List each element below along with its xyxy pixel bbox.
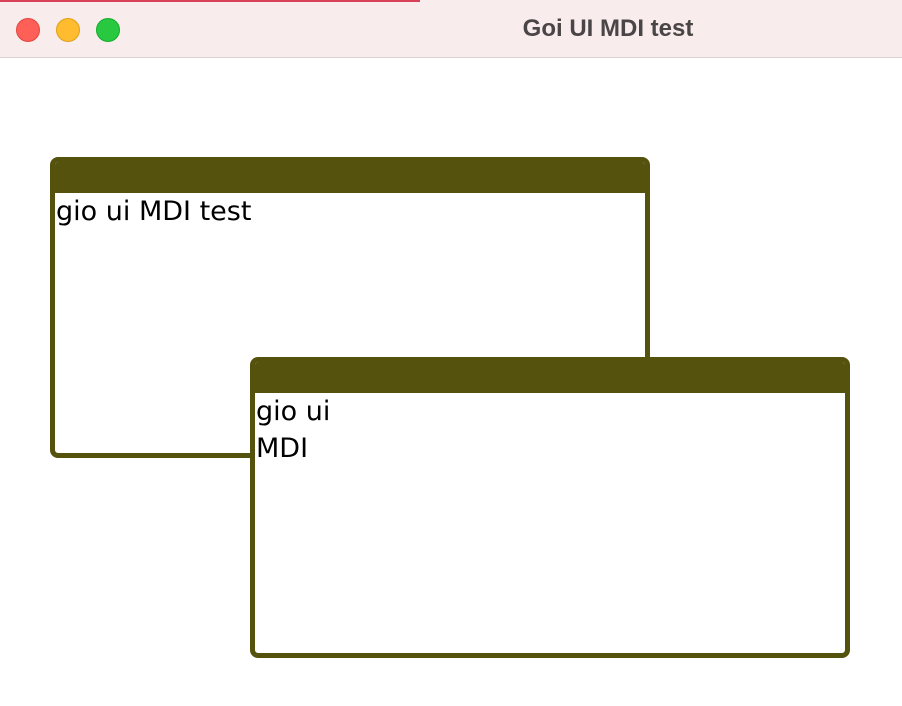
window-titlebar[interactable]: Goi UI MDI test bbox=[0, 0, 902, 58]
app-window: Goi UI MDI test gio ui MDI test gio ui M… bbox=[0, 0, 902, 706]
mdi-child-titlebar-1[interactable] bbox=[55, 162, 645, 193]
mdi-child-window-2[interactable]: gio ui MDI bbox=[250, 357, 850, 658]
mdi-child-content-2: gio ui MDI bbox=[256, 396, 331, 464]
mdi-child-titlebar-2[interactable] bbox=[255, 362, 845, 393]
window-title-wrap: Goi UI MDI test bbox=[0, 0, 902, 58]
mdi-workspace: gio ui MDI test gio ui MDI bbox=[0, 58, 902, 706]
window-title: Goi UI MDI test bbox=[522, 15, 694, 42]
